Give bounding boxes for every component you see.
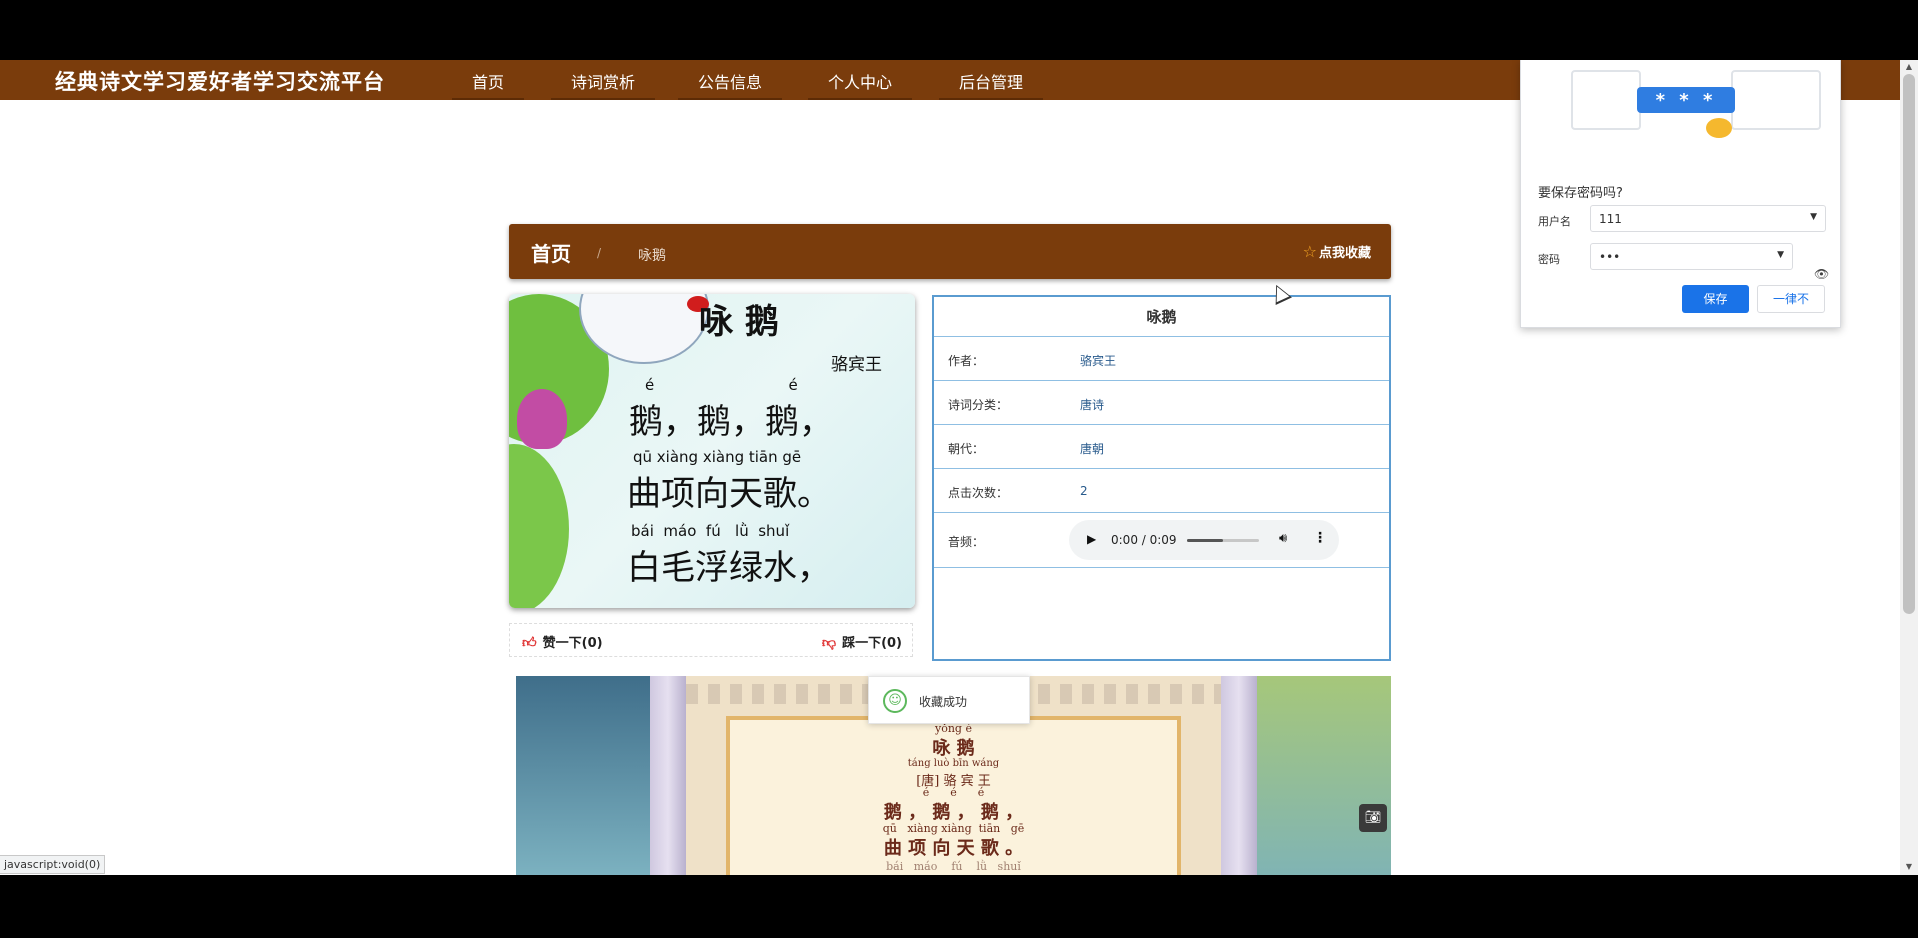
breadcrumb-separator: / [597, 246, 602, 260]
more-options-icon[interactable]: ⋮ [1313, 530, 1327, 546]
nav-home[interactable]: 首页 [452, 69, 525, 100]
key-icon [1706, 118, 1732, 138]
nav-poetry-appreciation[interactable]: 诗词赏析 [551, 69, 656, 100]
info-title: 咏鹅 [934, 297, 1389, 337]
breadcrumb-current: 咏鹅 [638, 248, 666, 264]
nav-admin[interactable]: 后台管理 [939, 69, 1044, 100]
star-icon: ☆ [1302, 242, 1317, 261]
video-scenery-right [1251, 676, 1391, 875]
poem-image-title: 咏 鹅 [699, 302, 779, 342]
audio-time: 0:00 / 0:09 [1111, 533, 1177, 547]
status-bar: javascript:void(0) [0, 855, 106, 874]
chevron-down-icon: ▼ [1810, 212, 1817, 222]
lotus-flower-illustration [517, 389, 567, 449]
info-key: 音频： [948, 535, 985, 549]
success-toast: ☺ 收藏成功 [868, 676, 1030, 724]
info-row-click-count: 点击次数： 2 [934, 469, 1389, 513]
chevron-down-icon: ▼ [1777, 250, 1784, 260]
save-password-button[interactable]: 保存 [1682, 285, 1749, 313]
password-illustration: * * * [1541, 60, 1821, 150]
save-password-dialog: * * * 要保存密码吗? 用户名 111 ▼ 密码 ••• ▼ 👁︎ 保存 一… [1520, 60, 1841, 328]
info-key: 诗词分类： [948, 398, 1009, 412]
site-title: 经典诗文学习爱好者学习交流平台 [55, 70, 385, 94]
thumbs-down-icon: 👎︎ [821, 635, 837, 651]
username-field[interactable]: 111 ▼ [1590, 205, 1826, 232]
scroll-down-icon[interactable]: ▼ [1904, 862, 1914, 872]
video-scenery-left [516, 676, 656, 875]
nav-personal-center[interactable]: 个人中心 [808, 69, 913, 100]
play-icon[interactable]: ▶ [1087, 532, 1096, 546]
video-pillar [1221, 676, 1257, 875]
username-value: 111 [1599, 212, 1622, 226]
info-key: 点击次数： [948, 486, 1009, 500]
masked-password-graphic: * * * [1637, 87, 1735, 113]
device-icon [1731, 70, 1821, 130]
video-line1: 鹅 ， 鹅 ， 鹅 ， [883, 802, 1024, 823]
breadcrumb-home[interactable]: 首页 [531, 238, 571, 267]
toast-message: 收藏成功 [919, 695, 968, 709]
collect-label: 点我收藏 [1318, 246, 1371, 261]
username-label: 用户名 [1538, 215, 1571, 228]
device-icon [1571, 70, 1641, 130]
info-row-category: 诗词分类： 唐诗 [934, 381, 1389, 425]
lotus-leaf-illustration [509, 444, 569, 608]
info-row-audio: 音频： ▶ 0:00 / 0:09 🔊︎ ⋮ [934, 513, 1389, 568]
password-field[interactable]: ••• ▼ [1590, 243, 1793, 270]
save-password-question: 要保存密码吗? [1538, 186, 1623, 201]
video-line2: 曲 项 向 天 歌 。 [883, 838, 1024, 859]
video-pillar [650, 676, 686, 875]
info-key: 作者： [948, 354, 985, 368]
info-value: 唐朝 [1080, 442, 1105, 456]
dislike-label: 踩一下(0) [842, 636, 902, 651]
poem-image-pinyin-3: bái máo fú lǜ shuǐ [631, 522, 790, 540]
poem-image-author: 骆宾王 [831, 355, 882, 375]
audio-player[interactable]: ▶ 0:00 / 0:09 🔊︎ ⋮ [1069, 520, 1339, 560]
info-value: 唐诗 [1080, 398, 1105, 412]
video-title: 咏 鹅 [932, 738, 975, 759]
thumbs-up-icon: 👍︎ [522, 635, 537, 651]
poem-illustration: 咏 鹅 骆宾王 é é é 鹅，鹅，鹅， qū xiàng xiàng tiān… [509, 294, 915, 608]
scroll-up-icon[interactable]: ▲ [1904, 62, 1914, 72]
dislike-button[interactable]: 👎︎ 踩一下(0) [822, 632, 902, 651]
video-author-pinyin: táng luò bīn wáng [907, 758, 1000, 769]
info-key: 朝代： [948, 442, 985, 456]
poem-image-pinyin-1: é é é [645, 376, 915, 394]
password-value: ••• [1599, 250, 1621, 264]
collect-button[interactable]: ☆ 点我收藏 [1303, 242, 1371, 261]
scroll-thumb[interactable] [1903, 74, 1915, 614]
browser-viewport: 经典诗文学习爱好者学习交流平台 首页 诗词赏析 公告信息 个人中心 后台管理 首… [0, 60, 1918, 875]
like-button[interactable]: 👍︎ 赞一下(0) [522, 632, 603, 651]
info-value: 骆宾王 [1080, 354, 1117, 368]
poem-image-line-2: 曲项向天歌。 [627, 474, 831, 514]
never-save-button[interactable]: 一律不 [1757, 285, 1825, 313]
page-scrollbar[interactable]: ▲ ▼ [1900, 60, 1918, 875]
camera-icon[interactable]: 📷︎ [1359, 804, 1387, 832]
info-row-dynasty: 朝代： 唐朝 [934, 425, 1389, 469]
audio-progress-track[interactable] [1187, 539, 1259, 542]
poem-image-pinyin-2: qū xiàng xiàng tiān gē [633, 448, 802, 466]
info-value: 2 [1080, 484, 1088, 498]
password-label: 密码 [1538, 253, 1560, 266]
poem-info-table: 咏鹅 作者： 骆宾王 诗词分类： 唐诗 朝代： 唐朝 点击次数： 2 音频： ▶… [932, 295, 1391, 661]
reaction-bar: 👍︎ 赞一下(0) 👎︎ 踩一下(0) [509, 623, 913, 657]
audio-volume-fill [1187, 539, 1223, 542]
info-row-author: 作者： 骆宾王 [934, 337, 1389, 381]
video-line3-pinyin: bái máo fú lǜ shuǐ [886, 860, 1021, 873]
like-label: 赞一下(0) [542, 636, 603, 651]
volume-icon[interactable]: 🔊︎ [1279, 531, 1287, 546]
nav-announcements[interactable]: 公告信息 [678, 69, 783, 100]
smile-icon: ☺ [883, 689, 907, 713]
poem-image-line-1: 鹅，鹅，鹅， [629, 402, 833, 442]
eye-icon[interactable]: 👁︎ [1814, 267, 1829, 281]
poem-image-line-3: 白毛浮绿水， [627, 548, 831, 588]
breadcrumb: 首页 / 咏鹅 ☆ 点我收藏 [509, 224, 1391, 279]
